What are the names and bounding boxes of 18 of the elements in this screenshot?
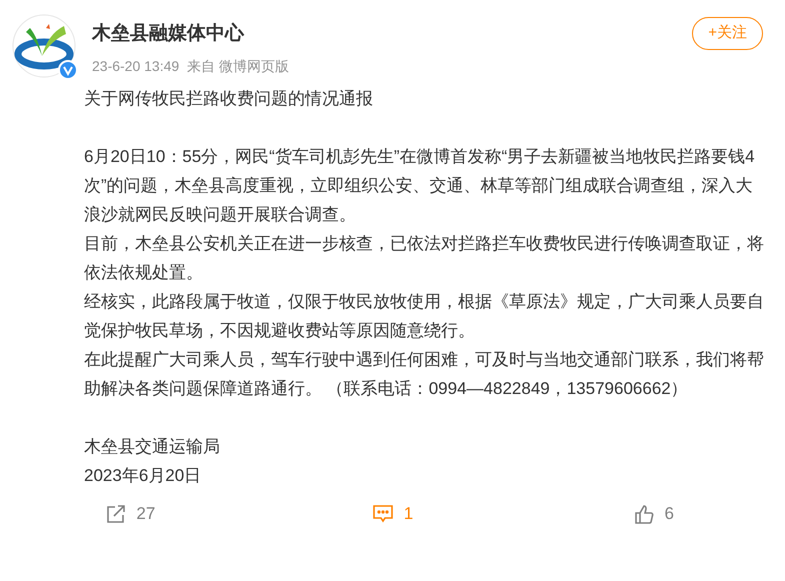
post-paragraph: 在此提醒广大司乘人员，驾车行驶中遇到任何困难，可及时与当地交通部门联系，我们将帮助解决各类问题保障道路通行。 （联系电话：0994—4822849，13579606662） — [84, 349, 765, 400]
follow-button[interactable]: +关注 — [692, 17, 763, 50]
post-paragraph: 木垒县交通运输局 — [84, 436, 221, 458]
post-paragraph: 目前，木垒县公安机关正在进一步核查，已依法对拦路拦车收费牧民进行传唤调查取证，将依法依规处置。 — [84, 233, 765, 284]
avatar-logo-icon[interactable] — [12, 14, 76, 78]
comment-button[interactable]: 1 — [262, 500, 524, 528]
share-icon — [106, 504, 126, 524]
author-name[interactable]: 木垒县融媒体中心 — [92, 20, 692, 48]
thumbs-up-icon — [634, 504, 654, 524]
post-paragraph: 经核实，此路段属于牧道，仅限于牧民放牧使用，根据《草原法》规定，广大司乘人员要自觉保护牧民草场，不因规避收费站等原因随意绕行。 — [84, 291, 765, 342]
like-button[interactable]: 6 — [523, 500, 785, 528]
comment-icon — [372, 504, 394, 524]
post-paragraph: 2023年6月20日 — [84, 465, 202, 487]
post-paragraph: 6月20日10：55分，网民“货车司机彭先生”在微博首发称“男子去新疆被当地牧民拦路要钱4次”的问题，木垒县高度重视，立即组织公安、交通、林草等部门组成联合调查组，深入大浪沙就网民反映问题开展联合调查。 — [84, 146, 756, 226]
repost-button[interactable]: 27 — [0, 500, 262, 528]
post-paragraph: 关于网传牧民拦路收费问题的情况通报 — [84, 88, 374, 110]
post-source: 来自 微博网页版 — [187, 56, 290, 76]
post-time[interactable]: 23-6-20 13:49 — [92, 56, 180, 76]
